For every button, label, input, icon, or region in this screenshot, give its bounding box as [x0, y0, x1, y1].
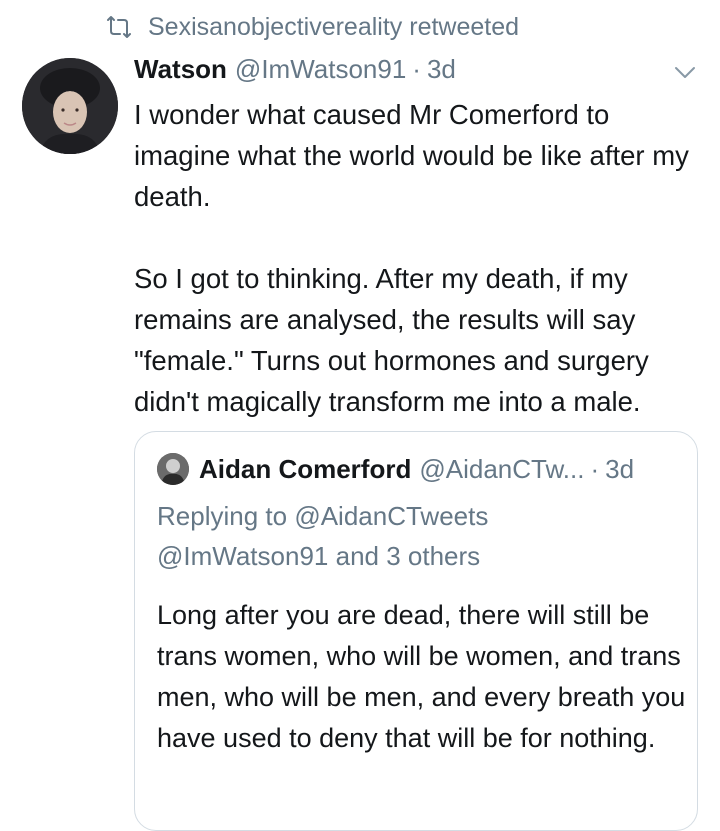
- avatar-image: [22, 58, 118, 154]
- quoted-tweet-card[interactable]: Aidan Comerford @AidanCTw... · 3d Replyi…: [134, 431, 698, 831]
- quoted-user-handle[interactable]: @AidanCTw...: [419, 454, 584, 485]
- replying-and: and: [335, 541, 379, 571]
- quoted-avatar: [157, 453, 189, 485]
- user-handle[interactable]: @ImWatson91: [235, 54, 406, 85]
- quoted-display-name[interactable]: Aidan Comerford: [199, 454, 411, 485]
- avatar[interactable]: [22, 58, 118, 154]
- retweet-icon: [107, 16, 131, 38]
- tweet-header: Watson @ImWatson91 · 3d: [134, 54, 456, 94]
- replying-prefix: Replying to: [157, 501, 288, 531]
- separator-dot: ·: [412, 54, 421, 84]
- retweet-context[interactable]: Sexisanobjectivereality retweeted: [104, 10, 519, 44]
- replying-handle-2[interactable]: @ImWatson91: [157, 541, 328, 571]
- replying-to: Replying to @AidanCTweets @ImWatson91 an…: [157, 496, 677, 576]
- quoted-tweet-header: Aidan Comerford @AidanCTw... · 3d: [157, 449, 634, 489]
- quoted-avatar-image: [157, 453, 189, 485]
- replying-others[interactable]: 3 others: [386, 541, 480, 571]
- display-name[interactable]: Watson: [134, 54, 227, 85]
- chevron-down-icon[interactable]: [672, 62, 698, 82]
- retweet-label: Sexisanobjectivereality retweeted: [148, 12, 520, 41]
- tweet-text: I wonder what caused Mr Comerford to ima…: [134, 99, 689, 417]
- quoted-tweet-text: Long after you are dead, there will stil…: [157, 600, 686, 753]
- quoted-timestamp[interactable]: 3d: [605, 454, 634, 485]
- timestamp[interactable]: 3d: [427, 54, 456, 85]
- replying-handle[interactable]: @AidanCTweets: [294, 501, 488, 531]
- quoted-separator-dot: ·: [590, 453, 600, 484]
